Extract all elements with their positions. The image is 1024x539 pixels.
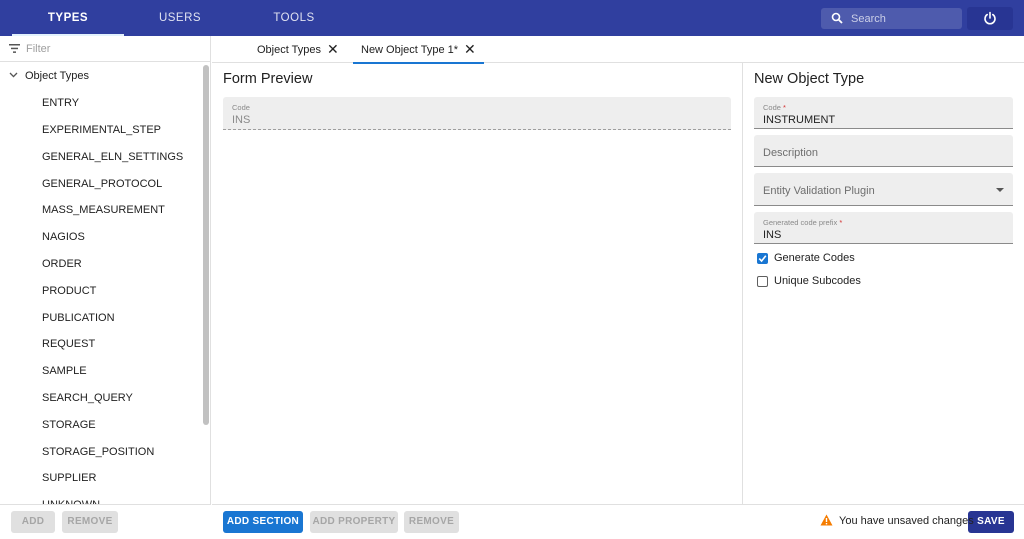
- details-title: New Object Type: [754, 71, 865, 87]
- sidebar-actions: ADD REMOVE: [0, 504, 211, 539]
- types-tree: Object Types ENTRY EXPERIMENTAL_STEP GEN…: [0, 63, 211, 504]
- tree-item-request[interactable]: REQUEST: [42, 334, 202, 354]
- code-prefix-label: Generated code prefix *: [763, 218, 843, 227]
- tree-node-label: Object Types: [25, 70, 89, 82]
- tree-item-experimental-step[interactable]: EXPERIMENTAL_STEP: [42, 120, 202, 140]
- add-type-button[interactable]: ADD: [11, 511, 55, 533]
- checkbox-unchecked-icon: [757, 276, 768, 287]
- tree-item-mass-measurement[interactable]: MASS_MEASUREMENT: [42, 200, 202, 220]
- search-box: [821, 8, 962, 29]
- tree-item-nagios[interactable]: NAGIOS: [42, 227, 202, 247]
- tree-node-object-types[interactable]: Object Types: [0, 63, 200, 90]
- description-field[interactable]: Description: [754, 135, 1013, 167]
- power-icon: [984, 11, 996, 25]
- tab-tools[interactable]: TOOLS: [236, 0, 352, 36]
- code-field[interactable]: Code * INSTRUMENT: [754, 97, 1013, 129]
- tab-new-object-type-label: New Object Type 1*: [361, 44, 459, 56]
- top-navigation-bar: TYPES USERS TOOLS: [0, 0, 1024, 36]
- add-section-button[interactable]: ADD SECTION: [223, 511, 303, 533]
- search-icon: [831, 12, 843, 24]
- editor-tabs: Object Types ✕ New Object Type 1* ✕: [212, 36, 1024, 64]
- logout-button[interactable]: [967, 7, 1013, 30]
- checkbox-checked-icon: [757, 253, 768, 264]
- dropdown-arrow-icon: [996, 188, 1004, 192]
- filter-icon: [9, 44, 20, 53]
- close-icon[interactable]: ✕: [327, 36, 339, 62]
- tab-users[interactable]: USERS: [124, 0, 236, 36]
- tree-item-order[interactable]: ORDER: [42, 254, 202, 274]
- chevron-down-icon: [9, 72, 18, 78]
- generate-codes-label: Generate Codes: [774, 252, 855, 264]
- tab-object-types[interactable]: Object Types ✕: [257, 36, 339, 63]
- types-browser: Object Types ENTRY EXPERIMENTAL_STEP GEN…: [0, 36, 211, 539]
- description-placeholder: Description: [763, 147, 819, 159]
- validation-plugin-select[interactable]: Entity Validation Plugin: [754, 173, 1013, 206]
- active-tab-indicator: [353, 62, 484, 64]
- tree-item-entry[interactable]: ENTRY: [42, 93, 202, 113]
- save-button[interactable]: SAVE: [968, 511, 1014, 533]
- warning-icon: [820, 514, 833, 526]
- tree-item-sample[interactable]: SAMPLE: [42, 361, 202, 381]
- tree-scrollbar[interactable]: [203, 65, 209, 425]
- tree-item-supplier[interactable]: SUPPLIER: [42, 468, 202, 488]
- tab-users-label: USERS: [158, 12, 202, 24]
- code-label: Code *: [763, 103, 786, 112]
- preview-code-label: Code: [232, 103, 250, 112]
- tree-item-publication[interactable]: PUBLICATION: [42, 308, 202, 328]
- unsaved-changes-message: You have unsaved changes: [839, 515, 974, 527]
- code-prefix-field[interactable]: Generated code prefix * INS: [754, 212, 1013, 244]
- tree-item-general-eln-settings[interactable]: GENERAL_ELN_SETTINGS: [42, 147, 202, 167]
- tab-types-label: TYPES: [47, 12, 89, 24]
- tree-item-unknown[interactable]: UNKNOWN: [42, 495, 202, 504]
- tree-item-product[interactable]: PRODUCT: [42, 281, 202, 301]
- code-value: INSTRUMENT: [763, 114, 836, 126]
- code-prefix-value: INS: [763, 229, 782, 241]
- remove-section-button[interactable]: REMOVE: [404, 511, 459, 533]
- remove-type-button[interactable]: REMOVE: [62, 511, 118, 533]
- filter-input[interactable]: [26, 40, 196, 58]
- tree-item-storage-position[interactable]: STORAGE_POSITION: [42, 442, 202, 462]
- unique-subcodes-label: Unique Subcodes: [774, 275, 861, 287]
- tree-item-storage[interactable]: STORAGE: [42, 415, 202, 435]
- filter-bar: [0, 36, 211, 62]
- close-icon[interactable]: ✕: [464, 36, 476, 62]
- validation-plugin-placeholder: Entity Validation Plugin: [763, 185, 875, 197]
- pane-divider: [742, 63, 743, 504]
- tab-types[interactable]: TYPES: [12, 0, 124, 36]
- preview-code-field: Code INS: [223, 97, 731, 130]
- tab-object-types-label: Object Types: [257, 44, 321, 56]
- preview-code-value: INS: [232, 114, 251, 126]
- tree-item-general-protocol[interactable]: GENERAL_PROTOCOL: [42, 174, 202, 194]
- form-preview-title: Form Preview: [223, 71, 313, 87]
- tab-new-object-type[interactable]: New Object Type 1* ✕: [353, 36, 484, 64]
- add-property-button[interactable]: ADD PROPERTY: [310, 511, 398, 533]
- tree-item-search-query[interactable]: SEARCH_QUERY: [42, 388, 202, 408]
- tab-tools-label: TOOLS: [273, 12, 315, 24]
- search-input[interactable]: [851, 8, 956, 29]
